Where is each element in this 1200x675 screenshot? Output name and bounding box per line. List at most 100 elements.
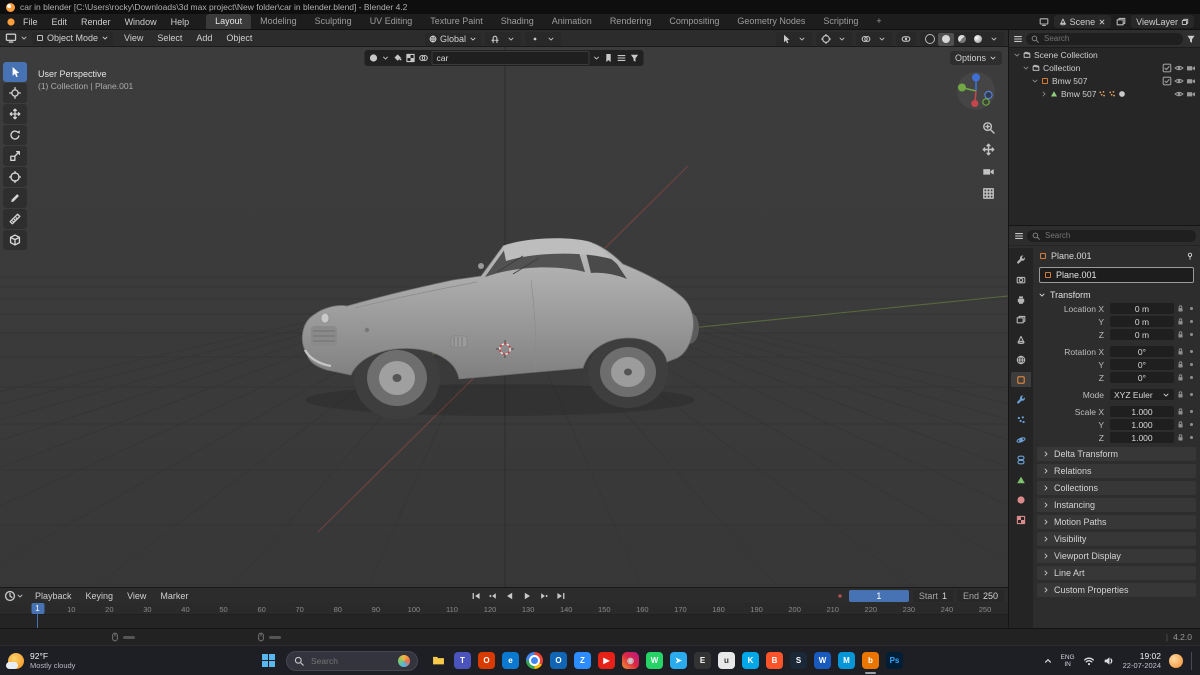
viewport-zoom-button[interactable] (982, 121, 995, 136)
animate-dot-icon[interactable] (1187, 347, 1196, 356)
section-collections[interactable]: Collections (1037, 481, 1196, 495)
value-field[interactable]: 0° (1110, 359, 1174, 370)
chevron-down-icon[interactable] (382, 54, 390, 62)
snap-dropdown[interactable] (503, 33, 519, 46)
transform-panel-header[interactable]: Transform (1033, 286, 1200, 302)
tool-add-cube[interactable] (3, 230, 27, 250)
animate-dot-icon[interactable] (1187, 390, 1196, 399)
pin-icon[interactable] (1186, 252, 1194, 260)
app-outlook[interactable]: O (550, 652, 567, 669)
section-relations[interactable]: Relations (1037, 464, 1196, 478)
app-photoshop[interactable]: Ps (886, 652, 903, 669)
expander-chevron-down-icon[interactable] (1013, 51, 1021, 59)
app-teams[interactable]: T (454, 652, 471, 669)
app-maya[interactable]: M (838, 652, 855, 669)
camera-toggle-icon[interactable] (1186, 63, 1196, 73)
properties-tab-object[interactable] (1011, 372, 1031, 387)
workspace-tab-rendering[interactable]: Rendering (601, 14, 661, 29)
frame-start-field[interactable]: Start 1 (912, 589, 953, 602)
3d-viewport[interactable]: User Perspective (1) Collection | Plane.… (0, 47, 1008, 587)
copilot-icon[interactable] (1169, 653, 1183, 668)
animate-dot-icon[interactable] (1187, 420, 1196, 429)
outliner-search[interactable] (1026, 32, 1183, 45)
workspace-tab-scripting[interactable]: Scripting (814, 14, 867, 29)
volume-icon[interactable] (1103, 655, 1115, 667)
lock-icon[interactable] (1176, 317, 1185, 326)
playback-jump-to-end-button[interactable] (553, 589, 569, 602)
app-steam[interactable]: S (790, 652, 807, 669)
xray-toggle[interactable] (898, 33, 914, 46)
gizmo-dropdown[interactable] (834, 33, 850, 46)
outliner-row[interactable]: Bmw 507 (1009, 74, 1200, 87)
menu-render[interactable]: Render (74, 14, 118, 30)
clock-widget[interactable]: 19:02 22-07-2024 (1123, 651, 1161, 670)
tool-select-box[interactable] (3, 62, 27, 82)
shading-rendered[interactable] (970, 33, 986, 46)
eye-toggle-icon[interactable] (1174, 89, 1184, 99)
scene-browse-icon[interactable] (1039, 17, 1049, 27)
checkbox-toggle-icon[interactable] (1162, 63, 1172, 73)
section-delta-transform[interactable]: Delta Transform (1037, 447, 1196, 461)
properties-search-input[interactable] (1043, 230, 1191, 241)
playback-next-keyframe-button[interactable] (536, 589, 552, 602)
expander-chevron-down-icon[interactable] (1031, 77, 1039, 85)
app-edge[interactable]: e (502, 652, 519, 669)
lock-icon[interactable] (1176, 347, 1185, 356)
lock-icon[interactable] (1176, 390, 1185, 399)
value-field[interactable]: 1.000 (1110, 419, 1174, 430)
value-field[interactable]: 1.000 (1110, 432, 1174, 443)
overlays-toggle[interactable] (858, 33, 874, 46)
lock-icon[interactable] (1176, 407, 1185, 416)
timeline-menu-keying[interactable]: Keying (79, 588, 121, 604)
scene-selector[interactable]: Scene (1053, 15, 1112, 28)
app-brave[interactable]: B (766, 652, 783, 669)
unlink-scene-icon[interactable] (1098, 18, 1106, 26)
playback-play-button[interactable] (519, 589, 535, 602)
tool-scale[interactable] (3, 146, 27, 166)
app-blender[interactable]: b (862, 652, 879, 674)
viewlayer-selector[interactable]: ViewLayer (1131, 15, 1194, 28)
timeline-menu-marker[interactable]: Marker (153, 588, 195, 604)
workspace-tab-compositing[interactable]: Compositing (660, 14, 728, 29)
tool-rotate[interactable] (3, 125, 27, 145)
value-field[interactable]: 0 m (1110, 329, 1174, 340)
editor-type-chevron-icon[interactable] (16, 592, 24, 600)
animate-dot-icon[interactable] (1187, 373, 1196, 382)
checkbox-toggle-icon[interactable] (1162, 76, 1172, 86)
menu-edit[interactable]: Edit (45, 14, 75, 30)
tool-transform[interactable] (3, 167, 27, 187)
section-instancing[interactable]: Instancing (1037, 498, 1196, 512)
show-gizmo-toggle[interactable] (818, 33, 834, 46)
outliner-row[interactable]: Collection (1009, 61, 1200, 74)
menu-window[interactable]: Window (118, 14, 164, 30)
viewport-menu-object[interactable]: Object (219, 30, 259, 46)
taskbar-search[interactable] (286, 650, 418, 671)
value-field[interactable]: 0 m (1110, 316, 1174, 327)
menu-help[interactable]: Help (164, 14, 197, 30)
properties-tab-texture[interactable] (1011, 512, 1031, 527)
show-desktop-button[interactable] (1191, 651, 1194, 670)
animate-dot-icon[interactable] (1187, 407, 1196, 416)
app-epic-games[interactable]: E (694, 652, 711, 669)
selectability-chevron[interactable] (794, 33, 810, 46)
properties-tab-view-layer[interactable] (1011, 312, 1031, 327)
shading-dropdown[interactable] (986, 33, 1002, 46)
playback-previous-keyframe-button[interactable] (485, 589, 501, 602)
tool-move[interactable] (3, 104, 27, 124)
app-telegram[interactable]: ➤ (670, 652, 687, 669)
animate-dot-icon[interactable] (1187, 330, 1196, 339)
lock-icon[interactable] (1176, 420, 1185, 429)
shading-material[interactable] (954, 33, 970, 46)
outliner-display-mode-icon[interactable] (1013, 34, 1023, 44)
list-icon[interactable] (617, 53, 627, 63)
app-word[interactable]: W (814, 652, 831, 669)
lock-icon[interactable] (1176, 304, 1185, 313)
timeline-track[interactable] (0, 615, 1008, 629)
animate-dot-icon[interactable] (1187, 360, 1196, 369)
workspace-tab-sculpting[interactable]: Sculpting (306, 14, 361, 29)
app-office[interactable]: O (478, 652, 495, 669)
proportional-dropdown[interactable] (543, 33, 559, 46)
viewport-menu-add[interactable]: Add (189, 30, 219, 46)
app-chrome[interactable] (526, 652, 543, 669)
playhead[interactable]: 1 (31, 603, 44, 629)
